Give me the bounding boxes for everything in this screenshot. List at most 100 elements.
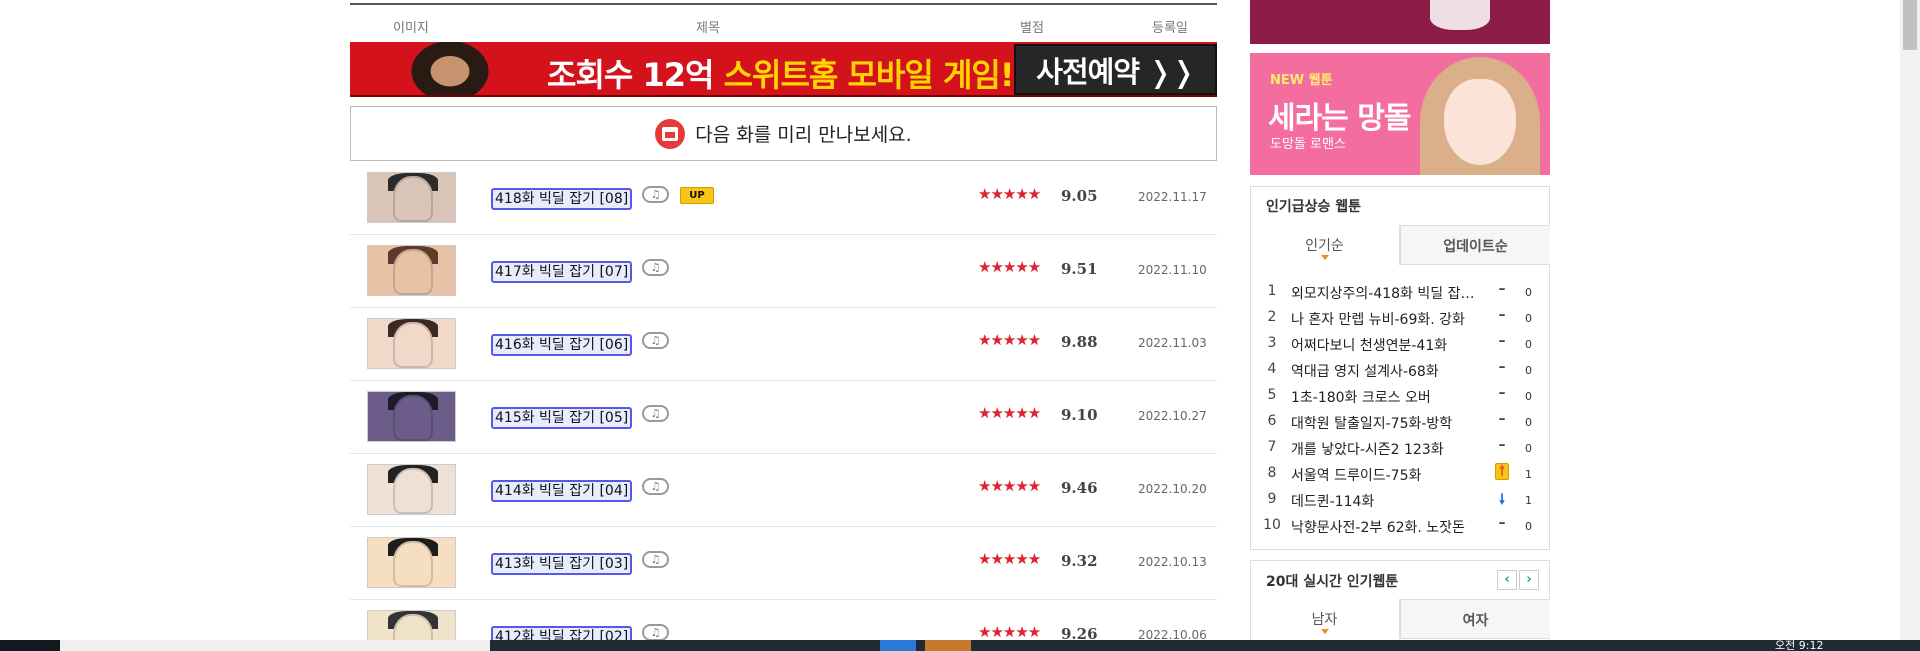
rank-number: 9 bbox=[1267, 491, 1277, 507]
episode-list-section: 이미지 제목 별점 등록일 조회수 12억 스위트홈 모바일 게임! 사전예약 … bbox=[350, 0, 1217, 651]
rank-change: 0 bbox=[1525, 286, 1532, 299]
banner-text-highlight: 스위트홈 모바일 게임! bbox=[723, 56, 1015, 94]
star-rating: ★★★★★ ★★★★★ bbox=[978, 550, 1053, 568]
preregister-button[interactable]: 사전예약 ❭❭ bbox=[1014, 44, 1217, 95]
rank-title-link[interactable]: 서울역 드루이드-75화 bbox=[1291, 465, 1481, 485]
table-row[interactable]: 413화 빅딜 잡기 [03] ♫ ★★★★★ ★★★★★ 9.32 2022.10.13 bbox=[350, 527, 1217, 600]
rank-title-link[interactable]: 개를 낳았다-시즌2 123화 bbox=[1291, 439, 1481, 459]
list-item[interactable]: 10 낙향문사전-2부 62화. 노잣돈 – 0 bbox=[1251, 513, 1551, 539]
upload-date: 2022.11.17 bbox=[1138, 190, 1207, 204]
ad-title: 세라는 망돌 bbox=[1268, 101, 1411, 136]
rank-title-link[interactable]: 낙향문사전-2부 62화. 노잣돈 bbox=[1291, 517, 1481, 537]
rank-title-link[interactable]: 대학원 탈출일지-75화-방학 bbox=[1291, 413, 1481, 433]
episode-thumbnail[interactable] bbox=[367, 318, 456, 369]
episode-thumbnail[interactable] bbox=[367, 464, 456, 515]
taskbar-app-icon[interactable] bbox=[880, 640, 916, 651]
stars-filled: ★★★★★ bbox=[978, 331, 1041, 349]
realtime-prev-button[interactable]: ‹ bbox=[1497, 570, 1517, 590]
list-item[interactable]: 4 역대급 영지 설계사-68화 – 0 bbox=[1251, 357, 1551, 383]
banner-text-a: 조회수 12억 bbox=[547, 56, 724, 94]
rank-title-link[interactable]: 어쩌다보니 천생연분-41화 bbox=[1291, 335, 1481, 355]
rating-score: 9.51 bbox=[1061, 260, 1098, 278]
new-webtoon-ad[interactable]: NEW 웹툰 세라는 망돌 도망돌 로맨스 bbox=[1250, 53, 1550, 175]
header-image: 이미지 bbox=[393, 21, 429, 36]
table-row[interactable]: 416화 빅딜 잡기 [06] ♫ ★★★★★ ★★★★★ 9.88 2022.11.03 bbox=[350, 308, 1217, 381]
episode-thumbnail[interactable] bbox=[367, 245, 456, 296]
sidebar-ad-top[interactable] bbox=[1250, 0, 1550, 44]
stars-filled: ★★★★★ bbox=[978, 404, 1041, 422]
list-item[interactable]: 6 대학원 탈출일지-75화-방학 – 0 bbox=[1251, 409, 1551, 435]
rank-number: 10 bbox=[1263, 517, 1281, 533]
rank-title-link[interactable]: 외모지상주의-418화 빅딜 잡기 [08] bbox=[1291, 283, 1481, 303]
star-rating: ★★★★★ ★★★★★ bbox=[978, 185, 1053, 203]
realtime-next-button[interactable]: › bbox=[1519, 570, 1539, 590]
star-rating: ★★★★★ ★★★★★ bbox=[978, 623, 1053, 641]
list-item[interactable]: 3 어쩌다보니 천생연분-41화 – 0 bbox=[1251, 331, 1551, 357]
episode-thumbnail[interactable] bbox=[367, 391, 456, 442]
rating-score: 9.10 bbox=[1061, 406, 1098, 424]
episode-title-link[interactable]: 416화 빅딜 잡기 [06] bbox=[491, 334, 633, 356]
stars-filled: ★★★★★ bbox=[978, 185, 1041, 203]
banner-text: 조회수 12억 스위트홈 모바일 게임! bbox=[547, 50, 1015, 95]
rising-webtoon-box: 인기급상승 웹툰 인기순 업데이트순 1 외모지상주의-418화 빅딜 잡기 [0… bbox=[1250, 186, 1550, 550]
rank-title-link[interactable]: 역대급 영지 설계사-68화 bbox=[1291, 361, 1481, 381]
episode-title-link[interactable]: 414화 빅딜 잡기 [04] bbox=[491, 480, 633, 502]
list-item[interactable]: 9 데드퀸-114화 🠗 1 bbox=[1251, 487, 1551, 513]
trend-same-icon: – bbox=[1498, 385, 1506, 401]
list-item[interactable]: 7 개를 낳았다-시즌2 123화 – 0 bbox=[1251, 435, 1551, 461]
rank-title-link[interactable]: 나 혼자 만렙 뉴비-69화. 강화 bbox=[1291, 309, 1481, 329]
rank-change: 1 bbox=[1525, 468, 1532, 481]
table-header: 이미지 제목 별점 등록일 bbox=[350, 3, 1217, 43]
upload-date: 2022.11.10 bbox=[1138, 263, 1207, 277]
table-row[interactable]: 414화 빅딜 잡기 [04] ♫ ★★★★★ ★★★★★ 9.46 2022.10.20 bbox=[350, 454, 1217, 527]
trend-same-icon: – bbox=[1498, 359, 1506, 375]
rising-webtoon-title: 인기급상승 웹툰 bbox=[1266, 199, 1362, 215]
rank-tabs: 인기순 업데이트순 bbox=[1250, 225, 1550, 265]
episode-title-link[interactable]: 413화 빅딜 잡기 [03] bbox=[491, 553, 633, 575]
rank-list: 1 외모지상주의-418화 빅딜 잡기 [08] – 0 2 나 혼자 만렙 뉴비-69화… bbox=[1251, 279, 1551, 539]
upload-date: 2022.11.03 bbox=[1138, 336, 1207, 350]
tab-update[interactable]: 업데이트순 bbox=[1400, 225, 1550, 265]
tab-male[interactable]: 남자 bbox=[1250, 599, 1400, 639]
episode-title-link[interactable]: 417화 빅딜 잡기 [07] bbox=[491, 261, 633, 283]
scrollbar-thumb[interactable] bbox=[1903, 0, 1917, 50]
rank-change: 0 bbox=[1525, 390, 1532, 403]
rank-change: 0 bbox=[1525, 312, 1532, 325]
trend-same-icon: – bbox=[1498, 411, 1506, 427]
trend-same-icon: – bbox=[1498, 307, 1506, 323]
taskbar-search[interactable] bbox=[60, 640, 490, 651]
table-row[interactable]: 417화 빅딜 잡기 [07] ♫ ★★★★★ ★★★★★ 9.51 2022.11.10 bbox=[350, 235, 1217, 308]
taskbar-app-icon[interactable] bbox=[925, 640, 971, 651]
bgm-icon: ♫ bbox=[642, 259, 669, 276]
list-item[interactable]: 5 1초-180화 크로스 오버 – 0 bbox=[1251, 383, 1551, 409]
trend-down-icon: 🠗 bbox=[1498, 492, 1505, 508]
episode-title-link[interactable]: 415화 빅딜 잡기 [05] bbox=[491, 407, 633, 429]
rank-title-link[interactable]: 데드퀸-114화 bbox=[1291, 491, 1481, 511]
game-ad-banner[interactable]: 조회수 12억 스위트홈 모바일 게임! 사전예약 ❭❭ bbox=[350, 42, 1217, 97]
list-item[interactable]: 1 외모지상주의-418화 빅딜 잡기 [08] – 0 bbox=[1251, 279, 1551, 305]
realtime-popular-box: 20대 실시간 인기웹툰 ‹ › 남자 여자 bbox=[1250, 560, 1550, 651]
episode-thumbnail[interactable] bbox=[367, 172, 456, 223]
rank-change: 0 bbox=[1525, 520, 1532, 533]
table-row[interactable]: 415화 빅딜 잡기 [05] ♫ ★★★★★ ★★★★★ 9.10 2022.10.27 bbox=[350, 381, 1217, 454]
header-title: 제목 bbox=[696, 21, 720, 36]
trend-same-icon: – bbox=[1498, 281, 1506, 297]
rank-change: 0 bbox=[1525, 364, 1532, 377]
list-item[interactable]: 8 서울역 드루이드-75화 🠕 1 bbox=[1251, 461, 1551, 487]
preview-next-episode-button[interactable]: 다음 화를 미리 만나보세요. bbox=[350, 106, 1217, 161]
trend-same-icon: – bbox=[1498, 515, 1506, 531]
page-scrollbar[interactable] bbox=[1900, 0, 1920, 640]
stars-filled: ★★★★★ bbox=[978, 550, 1041, 568]
tab-popular[interactable]: 인기순 bbox=[1250, 225, 1400, 265]
trend-same-icon: – bbox=[1498, 333, 1506, 349]
list-item[interactable]: 2 나 혼자 만렙 뉴비-69화. 강화 – 0 bbox=[1251, 305, 1551, 331]
tab-female[interactable]: 여자 bbox=[1400, 599, 1550, 639]
rank-title-link[interactable]: 1초-180화 크로스 오버 bbox=[1291, 387, 1481, 407]
taskbar: 오전 9:12 bbox=[0, 639, 1920, 651]
start-button[interactable] bbox=[0, 640, 60, 651]
episode-title-link[interactable]: 418화 빅딜 잡기 [08] bbox=[491, 188, 633, 210]
table-row[interactable]: 418화 빅딜 잡기 [08] ♫ UP ★★★★★ ★★★★★ 9.05 2022.11.… bbox=[350, 162, 1217, 235]
episode-thumbnail[interactable] bbox=[367, 537, 456, 588]
rank-number: 4 bbox=[1267, 361, 1277, 377]
star-rating: ★★★★★ ★★★★★ bbox=[978, 331, 1053, 349]
